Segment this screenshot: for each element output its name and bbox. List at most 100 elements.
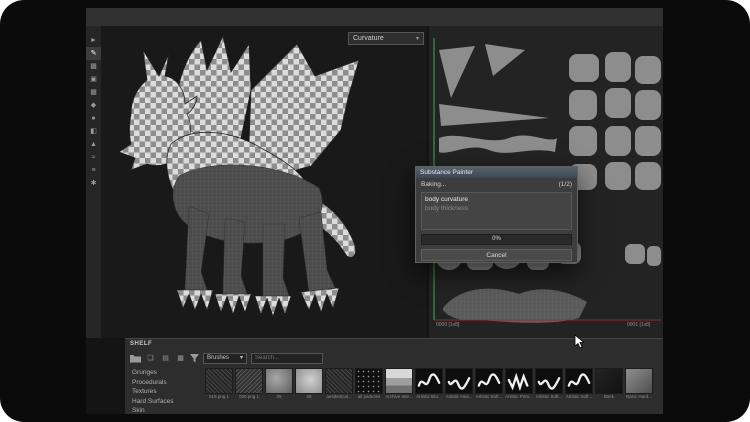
layers-tool-icon[interactable]: ≡ xyxy=(86,164,101,177)
shelf-thumbnail-strip: 019.png 1 020.png 1 26 28 aesthetical... xyxy=(205,368,661,413)
shelf-thumbnail[interactable]: 28 xyxy=(295,368,323,413)
shelf-thumbnail[interactable]: Basic Hard... xyxy=(625,368,653,413)
brush-tool-icon[interactable]: ✎ xyxy=(86,47,101,60)
thumbnail-label: Artistic Bru... xyxy=(415,394,443,400)
shelf-thumbnail[interactable]: 26 xyxy=(265,368,293,413)
udim-tile-label: 0000 [1x8] xyxy=(436,322,459,328)
shelf-panel: SHELF ❏ ▤ ▦ Brushes ▾ Grunges Pr xyxy=(125,338,663,414)
device-frame: ► ✎ ▩ ▣ ▦ ◆ ● ◧ ▲ ≈ ≡ ✱ xyxy=(0,0,750,422)
shelf-title: SHELF xyxy=(130,341,152,347)
mouse-cursor xyxy=(574,334,584,349)
category-grunges[interactable]: Grunges xyxy=(127,368,203,378)
brush-stroke-thumbnail-image xyxy=(415,368,443,394)
brushes-filter-value: Brushes xyxy=(207,353,229,363)
baking-dialog: Substance Painter Baking... (1/2) body c… xyxy=(415,166,578,263)
brush-stroke-thumbnail-image xyxy=(535,368,563,394)
app-titlebar xyxy=(86,8,663,27)
shelf-thumbnail[interactable]: Artistic Soft... xyxy=(475,368,503,413)
category-procedurals[interactable]: Procedurals xyxy=(127,378,203,388)
brush-stroke-thumbnail-image xyxy=(445,368,473,394)
thumbnail-label: Back xyxy=(595,394,623,400)
dragon-model xyxy=(101,26,427,338)
baking-status-text: Baking... xyxy=(421,181,446,190)
thumbnail-label: 26 xyxy=(265,394,293,400)
shelf-thumbnail[interactable]: 019.png 1 xyxy=(205,368,233,413)
texture-thumbnail-image xyxy=(265,368,293,394)
shelf-toolbar: ❏ ▤ ▦ Brushes ▾ xyxy=(125,350,663,366)
texture-thumbnail-image xyxy=(325,368,353,394)
thumbnail-label: Artistic Soft... xyxy=(565,394,593,400)
effects-tool-icon[interactable]: ✱ xyxy=(86,177,101,190)
thumbnail-label: Basic Hard... xyxy=(625,394,653,400)
category-hard-surfaces[interactable]: Hard Surfaces xyxy=(127,397,203,407)
clone-tool-icon[interactable]: ● xyxy=(86,112,101,125)
thumbnail-label: 28 xyxy=(295,394,323,400)
filter-funnel-icon[interactable] xyxy=(190,354,199,363)
thumbnail-label: all particles xyxy=(355,394,383,400)
tool-column: ► ✎ ▩ ▣ ▦ ◆ ● ◧ ▲ ≈ ≡ ✱ xyxy=(86,26,102,338)
thumbnail-label: Archive Inte... xyxy=(385,394,413,400)
substance-painter-window: ► ✎ ▩ ▣ ▦ ◆ ● ◧ ▲ ≈ ≡ ✱ xyxy=(86,8,663,414)
chevron-down-icon: ▾ xyxy=(416,33,419,45)
shelf-thumbnail[interactable]: Artistic Soft... xyxy=(535,368,563,413)
shelf-thumbnail[interactable]: Artistic Bru... xyxy=(415,368,443,413)
dialog-body: Baking... (1/2) body curvature body thic… xyxy=(416,178,577,264)
shelf-thumbnail[interactable]: Artistic Hea... xyxy=(445,368,473,413)
new-resource-icon[interactable]: ❏ xyxy=(145,353,156,364)
shelf-left-gap xyxy=(86,338,125,414)
bake-task-current: body curvature xyxy=(425,195,568,204)
folder-icon[interactable] xyxy=(130,354,141,363)
texture-thumbnail-image xyxy=(595,368,623,394)
smudge-tool-icon[interactable]: ◆ xyxy=(86,99,101,112)
viewport-3d[interactable]: Curvature ▾ xyxy=(101,26,427,338)
projection-tool-icon[interactable]: ▣ xyxy=(86,73,101,86)
quick-mask-tool-icon[interactable]: ▲ xyxy=(86,138,101,151)
category-textures[interactable]: Textures xyxy=(127,387,203,397)
texture-thumbnail-image xyxy=(295,368,323,394)
shelf-thumbnail[interactable]: all particles xyxy=(355,368,383,413)
thumbnail-label: 019.png 1 xyxy=(205,394,233,400)
brush-stroke-thumbnail-image xyxy=(505,368,533,394)
cancel-button[interactable]: Cancel xyxy=(421,249,572,261)
material-picker-tool-icon[interactable]: ◧ xyxy=(86,125,101,138)
channel-dropdown[interactable]: Curvature ▾ xyxy=(348,32,424,45)
import-resources-icon[interactable]: ▤ xyxy=(160,353,171,364)
udim-tile-label: 0001 [1x8] xyxy=(627,322,650,328)
polygon-fill-tool-icon[interactable]: ▦ xyxy=(86,86,101,99)
shelf-search-input[interactable] xyxy=(251,353,323,364)
brushes-filter-dropdown[interactable]: Brushes ▾ xyxy=(203,353,247,364)
bake-task-pending: body thickness xyxy=(425,204,568,213)
thumbnail-label: Artistic Soft... xyxy=(475,394,503,400)
progress-bar: 0% xyxy=(421,234,572,245)
texture-thumbnail-image xyxy=(205,368,233,394)
shelf-thumbnail[interactable]: aesthetical... xyxy=(325,368,353,413)
texture-thumbnail-image xyxy=(625,368,653,394)
eraser-tool-icon[interactable]: ▩ xyxy=(86,60,101,73)
texture-thumbnail-image xyxy=(235,368,263,394)
shelf-categories: Grunges Procedurals Textures Hard Surfac… xyxy=(127,368,203,414)
select-tool-icon[interactable]: ► xyxy=(86,34,101,47)
brush-stroke-thumbnail-image xyxy=(565,368,593,394)
thumbnail-label: aesthetical... xyxy=(325,394,353,400)
baking-counter: (1/2) xyxy=(559,181,572,190)
category-skin[interactable]: Skin xyxy=(127,406,203,414)
channel-dropdown-value: Curvature xyxy=(353,33,384,45)
brush-stroke-thumbnail-image xyxy=(475,368,503,394)
path-tool-icon[interactable]: ≈ xyxy=(86,151,101,164)
shelf-thumbnail[interactable]: 020.png 1 xyxy=(235,368,263,413)
texture-thumbnail-image xyxy=(385,368,413,394)
shelf-thumbnail[interactable]: Artistic Soft... xyxy=(565,368,593,413)
dialog-title: Substance Painter xyxy=(420,169,473,176)
shelf-thumbnail[interactable]: Back xyxy=(595,368,623,413)
bake-task-list: body curvature body thickness xyxy=(421,192,572,230)
dialog-titlebar[interactable]: Substance Painter xyxy=(416,167,577,178)
shelf-thumbnail[interactable]: Artistic Prim... xyxy=(505,368,533,413)
grid-view-icon[interactable]: ▦ xyxy=(175,353,186,364)
thumbnail-label: Artistic Hea... xyxy=(445,394,473,400)
chevron-down-icon: ▾ xyxy=(240,353,243,363)
thumbnail-label: Artistic Soft... xyxy=(535,394,563,400)
thumbnail-label: 020.png 1 xyxy=(235,394,263,400)
texture-thumbnail-image xyxy=(355,368,383,394)
shelf-thumbnail[interactable]: Archive Inte... xyxy=(385,368,413,413)
thumbnail-label: Artistic Prim... xyxy=(505,394,533,400)
